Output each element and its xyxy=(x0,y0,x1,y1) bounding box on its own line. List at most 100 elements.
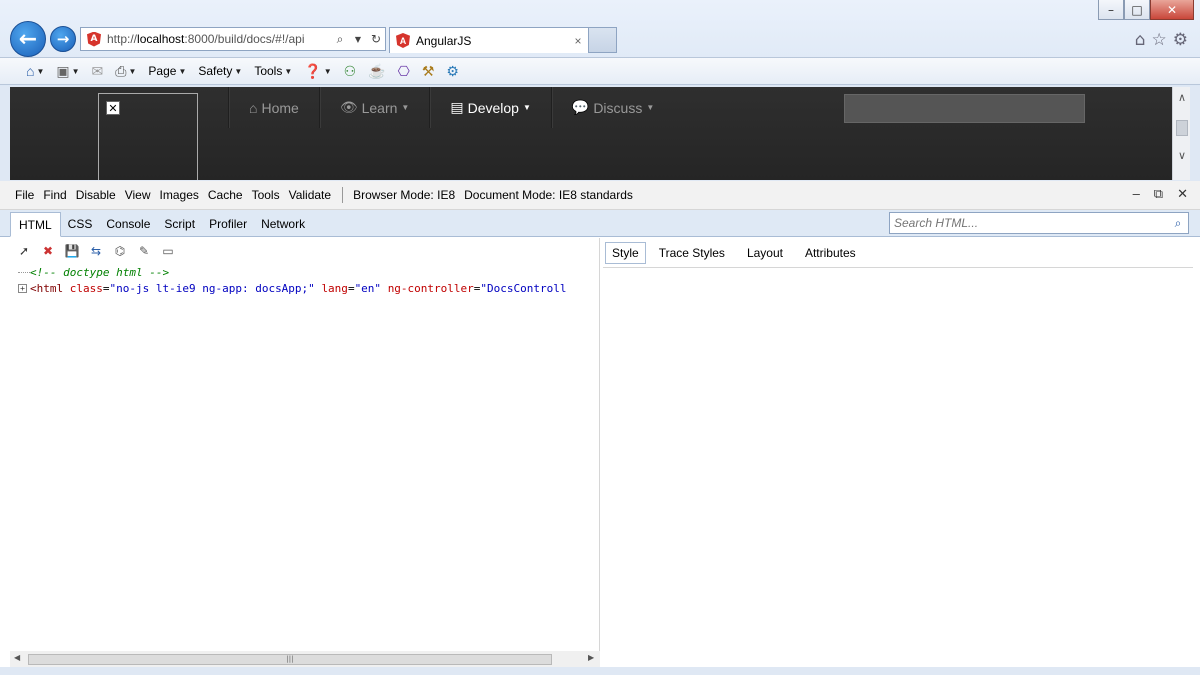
chevron-down-icon: ▼ xyxy=(284,66,293,76)
chevron-down-icon: ▼ xyxy=(323,66,332,76)
expand-icon[interactable]: + xyxy=(18,283,27,293)
mail-command[interactable]: ✉ xyxy=(92,63,104,80)
addon-button-5[interactable]: ⚙ xyxy=(446,63,459,80)
forward-button[interactable]: → xyxy=(50,26,76,52)
word-wrap-icon[interactable]: ▭ xyxy=(160,243,176,259)
window-controls: – □ ✕ xyxy=(1098,0,1194,20)
nav-develop[interactable]: ▤ Develop ▼ xyxy=(429,87,551,128)
dom-icon[interactable]: ⌬ xyxy=(112,243,128,259)
nav-discuss[interactable]: 💬 Discuss ▼ xyxy=(550,87,674,128)
gear-icon[interactable]: ⚙ xyxy=(1173,30,1188,50)
scroll-thumb[interactable] xyxy=(1176,120,1188,136)
html-tree: <!-- doctype html --> + <html class = "no-… xyxy=(10,264,599,296)
caret-down-icon: ▼ xyxy=(646,103,655,112)
select-element-icon[interactable]: ➚ xyxy=(16,243,32,259)
tab-attributes[interactable]: Attributes xyxy=(796,246,865,260)
edit-icon[interactable]: ✎ xyxy=(136,243,152,259)
nav-home[interactable]: ⌂ Home xyxy=(228,87,319,128)
close-window-button[interactable]: ✕ xyxy=(1150,0,1194,20)
unpin-icon[interactable]: ⧉ xyxy=(1154,186,1163,202)
comment-icon: 💬 xyxy=(571,99,590,115)
addon-button-3[interactable]: ⎔ xyxy=(398,63,410,80)
menu-tools[interactable]: Tools xyxy=(252,188,280,202)
scroll-left-icon[interactable]: ◀ xyxy=(14,653,20,662)
java-icon: ☕ xyxy=(368,62,386,79)
chevron-down-icon: ▼ xyxy=(234,66,243,76)
menu-file[interactable]: File xyxy=(15,188,34,202)
tab-angularjs[interactable]: A AngularJS × xyxy=(389,27,589,53)
arrow-right-icon: → xyxy=(56,30,70,48)
scroll-down-icon[interactable]: ∨ xyxy=(1173,149,1191,162)
help-icon: ❓ xyxy=(304,62,322,79)
menu-validate[interactable]: Validate xyxy=(289,188,331,202)
angular-logo-icon: A xyxy=(87,31,101,47)
close-icon[interactable]: ✕ xyxy=(1177,186,1188,202)
feeds-command[interactable]: ▣ ▼ xyxy=(56,63,79,80)
scroll-thumb[interactable]: ||| xyxy=(28,654,552,665)
address-bar[interactable]: A http://localhost:8000/build/docs/#!/ap… xyxy=(80,27,386,51)
developer-tools: File Find Disable View Images Cache Tool… xyxy=(0,181,1200,675)
page-search-input[interactable] xyxy=(844,94,1085,123)
tools-menu[interactable]: Tools ▼ xyxy=(254,64,292,78)
window-bottom-border xyxy=(0,667,1200,675)
chevron-down-icon: ▼ xyxy=(36,66,45,76)
maximize-button[interactable]: □ xyxy=(1124,0,1150,20)
eye-icon: 👁 xyxy=(339,99,358,115)
addon-button-1[interactable]: ⚇ xyxy=(344,63,357,80)
search-html-input[interactable] xyxy=(890,214,1168,232)
help-menu[interactable]: ❓ ▼ xyxy=(304,63,331,80)
horizontal-scrollbar[interactable]: ◀ ||| ▶ xyxy=(10,651,600,667)
angular-logo-icon: A xyxy=(396,33,410,48)
tab-style[interactable]: Style xyxy=(605,241,646,264)
refresh-icon[interactable]: ↻ xyxy=(367,32,385,46)
minimize-icon[interactable]: – xyxy=(1133,186,1140,202)
scroll-right-icon[interactable]: ▶ xyxy=(588,653,594,662)
brand-logo-area[interactable]: ✕ xyxy=(98,93,198,180)
tree-node-html[interactable]: + <html class = "no-js lt-ie9 ng-app: docs… xyxy=(18,280,599,296)
scroll-up-icon[interactable]: ∧ xyxy=(1173,91,1191,104)
favorites-star-icon[interactable]: ☆ xyxy=(1152,30,1167,50)
chevron-down-icon: ▼ xyxy=(71,66,80,76)
home-command[interactable]: ⌂ ▼ xyxy=(26,63,44,79)
clear-icon[interactable]: ✖ xyxy=(40,243,56,259)
caret-down-icon: ▼ xyxy=(401,103,410,112)
refresh-icon[interactable]: ⇆ xyxy=(88,243,104,259)
menu-disable[interactable]: Disable xyxy=(76,188,116,202)
menu-divider xyxy=(342,187,344,203)
nav-learn[interactable]: 👁 Learn ▼ xyxy=(318,87,430,128)
tree-node-comment[interactable]: <!-- doctype html --> xyxy=(18,264,599,280)
tab-trace-styles[interactable]: Trace Styles xyxy=(650,246,734,260)
home-icon: ⌂ xyxy=(249,99,258,116)
back-button[interactable]: ← xyxy=(10,21,46,57)
tab-script[interactable]: Script xyxy=(157,217,202,236)
tab-console[interactable]: Console xyxy=(99,217,157,236)
print-command[interactable]: ⎙ ▼ xyxy=(115,63,136,80)
page-vertical-scrollbar[interactable]: ∧ ∨ xyxy=(1172,87,1190,180)
addon-button-4[interactable]: ⚒ xyxy=(422,63,435,80)
new-tab-button[interactable] xyxy=(589,27,617,53)
safety-menu[interactable]: Safety ▼ xyxy=(198,64,242,78)
document-mode-menu[interactable]: Document Mode: IE8 standards xyxy=(464,188,633,202)
tab-layout[interactable]: Layout xyxy=(738,246,792,260)
close-tab-icon[interactable]: × xyxy=(568,34,588,48)
menu-cache[interactable]: Cache xyxy=(208,188,243,202)
top-nav: ⌂ Home 👁 Learn ▼ ▤ Develop ▼ 💬 Discuss ▼ xyxy=(228,87,674,128)
tab-css[interactable]: CSS xyxy=(61,217,100,236)
page-menu[interactable]: Page ▼ xyxy=(148,64,186,78)
menu-find[interactable]: Find xyxy=(43,188,66,202)
home-icon[interactable]: ⌂ xyxy=(1135,30,1146,50)
search-icon[interactable]: ⌕ xyxy=(331,32,349,47)
addon-button-2[interactable]: ☕ xyxy=(368,63,385,80)
menu-images[interactable]: Images xyxy=(160,188,199,202)
tools-icon: ⚒ xyxy=(421,62,435,79)
minimize-button[interactable]: – xyxy=(1098,0,1124,20)
tab-profiler[interactable]: Profiler xyxy=(202,217,254,236)
search-icon[interactable]: ⌕ xyxy=(1168,216,1188,231)
browser-mode-menu[interactable]: Browser Mode: IE8 xyxy=(353,188,455,202)
menu-view[interactable]: View xyxy=(125,188,151,202)
save-icon[interactable]: 💾 xyxy=(64,243,80,259)
tab-html[interactable]: HTML xyxy=(10,212,61,237)
dropdown-arrow-icon[interactable]: ▼ xyxy=(349,35,367,44)
tab-network[interactable]: Network xyxy=(254,217,312,236)
address-url[interactable]: http://localhost:8000/build/docs/#!/api xyxy=(107,32,331,46)
